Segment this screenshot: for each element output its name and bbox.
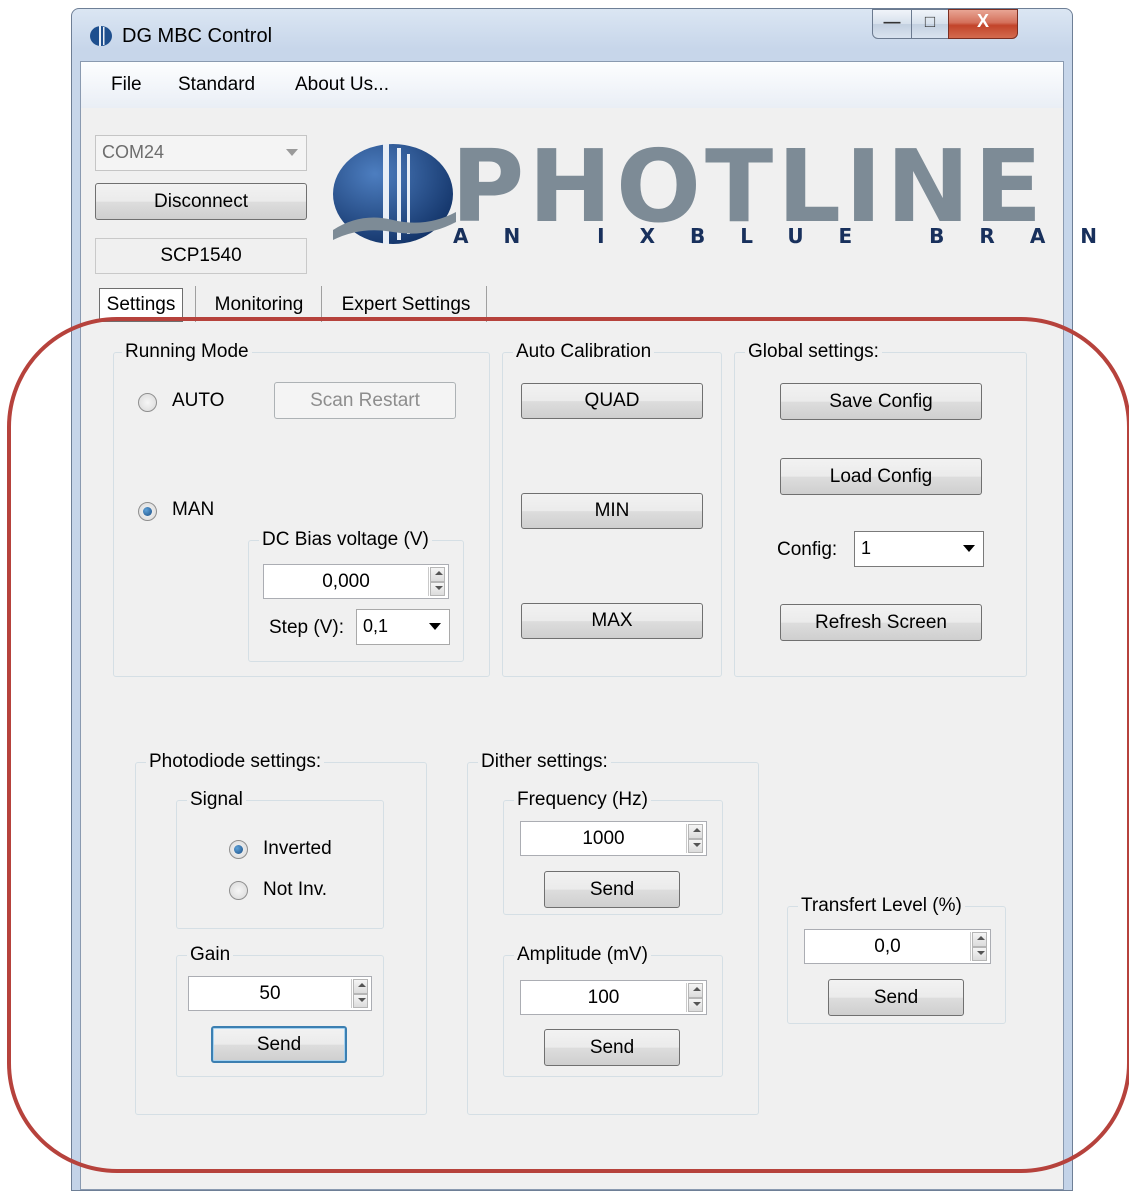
config-value: 1 bbox=[861, 538, 872, 558]
dc-bias-stepper[interactable] bbox=[428, 567, 446, 596]
transfert-level-value: 0,0 bbox=[874, 935, 901, 957]
frequency-group: Frequency (Hz) 1000 Send bbox=[503, 789, 723, 915]
gain-send-button[interactable]: Send bbox=[211, 1026, 347, 1063]
step-select[interactable]: 0,1 bbox=[356, 609, 450, 645]
chevron-down-icon bbox=[286, 149, 298, 156]
menu-bar: File Standard About Us... bbox=[81, 62, 1063, 108]
frequency-input[interactable]: 1000 bbox=[520, 821, 707, 856]
device-name-display: SCP1540 bbox=[95, 238, 307, 274]
tab-settings[interactable]: Settings bbox=[99, 288, 183, 322]
menu-file[interactable]: File bbox=[111, 74, 142, 96]
dither-legend: Dither settings: bbox=[478, 751, 611, 773]
dither-settings-group: Dither settings: Frequency (Hz) 1000 Sen… bbox=[467, 751, 759, 1115]
config-label: Config: bbox=[777, 539, 838, 560]
minimize-button[interactable]: — bbox=[872, 9, 912, 39]
frequency-stepper[interactable] bbox=[686, 824, 704, 853]
frequency-send-button[interactable]: Send bbox=[544, 871, 680, 908]
menu-about-us[interactable]: About Us... bbox=[295, 74, 389, 96]
amplitude-send-button[interactable]: Send bbox=[544, 1029, 680, 1066]
man-label: MAN bbox=[172, 499, 215, 520]
tab-separator bbox=[486, 286, 487, 322]
auto-calibration-group: Auto Calibration QUAD MIN MAX bbox=[502, 341, 722, 677]
tab-separator bbox=[321, 286, 322, 322]
maximize-button[interactable]: □ bbox=[911, 9, 949, 39]
dc-bias-value: 0,000 bbox=[322, 570, 370, 592]
chevron-down-icon bbox=[963, 545, 975, 552]
tab-separator bbox=[195, 286, 196, 322]
gain-value: 50 bbox=[259, 982, 281, 1004]
transfert-level-stepper[interactable] bbox=[970, 932, 988, 961]
photodiode-settings-group: Photodiode settings: Signal Inverted Not… bbox=[135, 751, 427, 1115]
transfert-level-group: Transfert Level (%) 0,0 Send bbox=[787, 895, 1006, 1024]
not-inv-label: Not Inv. bbox=[263, 879, 328, 900]
dc-bias-group: DC Bias voltage (V) 0,000 Step (V): 0,1 bbox=[248, 529, 464, 662]
global-settings-group: Global settings: Save Config Load Config… bbox=[734, 341, 1027, 677]
amplitude-input[interactable]: 100 bbox=[520, 980, 707, 1015]
transfert-level-legend: Transfert Level (%) bbox=[798, 895, 965, 917]
menu-standard[interactable]: Standard bbox=[178, 74, 255, 96]
step-value: 0,1 bbox=[363, 616, 389, 636]
load-config-button[interactable]: Load Config bbox=[780, 458, 982, 495]
amplitude-legend: Amplitude (mV) bbox=[514, 944, 651, 966]
photline-globe-logo bbox=[333, 144, 456, 244]
amplitude-stepper[interactable] bbox=[686, 983, 704, 1012]
tab-monitoring[interactable]: Monitoring bbox=[202, 288, 316, 322]
app-icon bbox=[90, 26, 112, 46]
refresh-screen-button[interactable]: Refresh Screen bbox=[780, 604, 982, 641]
maximize-icon: □ bbox=[924, 12, 936, 31]
amplitude-value: 100 bbox=[587, 986, 620, 1008]
not-inv-radio[interactable] bbox=[229, 881, 248, 900]
quad-button[interactable]: QUAD bbox=[521, 383, 703, 419]
scan-restart-button[interactable]: Scan Restart bbox=[274, 382, 456, 419]
min-button[interactable]: MIN bbox=[521, 493, 703, 529]
inverted-radio[interactable] bbox=[229, 840, 248, 859]
frequency-legend: Frequency (Hz) bbox=[514, 789, 651, 811]
title-bar[interactable]: DG MBC Control — □ X bbox=[72, 9, 1072, 61]
app-window: DG MBC Control — □ X File Standard About… bbox=[71, 8, 1129, 1191]
step-label: Step (V): bbox=[269, 617, 344, 638]
disconnect-button[interactable]: Disconnect bbox=[95, 183, 307, 220]
auto-radio[interactable] bbox=[138, 393, 157, 412]
logo-tagline: AN IXBLUE BRAND bbox=[453, 224, 1129, 248]
close-button[interactable]: X bbox=[948, 9, 1018, 39]
gain-stepper[interactable] bbox=[351, 979, 369, 1008]
inverted-label: Inverted bbox=[263, 838, 332, 859]
auto-label: AUTO bbox=[172, 390, 225, 411]
config-select[interactable]: 1 bbox=[854, 531, 984, 567]
max-button[interactable]: MAX bbox=[521, 603, 703, 639]
window-title: DG MBC Control bbox=[122, 25, 273, 47]
com-port-value: COM24 bbox=[102, 142, 165, 162]
client-area: File Standard About Us... COM24 Disconne… bbox=[80, 61, 1129, 1190]
dc-bias-legend: DC Bias voltage (V) bbox=[259, 529, 432, 551]
save-config-button[interactable]: Save Config bbox=[780, 383, 982, 420]
chevron-down-icon bbox=[429, 623, 441, 630]
auto-calibration-legend: Auto Calibration bbox=[513, 341, 655, 363]
dc-bias-input[interactable]: 0,000 bbox=[263, 564, 449, 599]
gain-legend: Gain bbox=[187, 944, 234, 966]
signal-legend: Signal bbox=[187, 789, 246, 811]
transfert-level-input[interactable]: 0,0 bbox=[804, 929, 991, 964]
com-port-select[interactable]: COM24 bbox=[95, 135, 307, 171]
frequency-value: 1000 bbox=[582, 827, 625, 849]
gain-group: Gain 50 Send bbox=[176, 944, 384, 1077]
signal-group: Signal Inverted Not Inv. bbox=[176, 789, 384, 929]
running-mode-group: Running Mode AUTO Scan Restart MAN DC Bi… bbox=[113, 341, 490, 677]
close-icon: X bbox=[976, 11, 989, 31]
amplitude-group: Amplitude (mV) 100 Send bbox=[503, 944, 723, 1077]
photodiode-legend: Photodiode settings: bbox=[146, 751, 325, 773]
man-radio[interactable] bbox=[138, 502, 157, 521]
transfert-send-button[interactable]: Send bbox=[828, 979, 964, 1016]
minimize-icon: — bbox=[883, 12, 901, 31]
tab-expert-settings[interactable]: Expert Settings bbox=[331, 288, 481, 322]
gain-input[interactable]: 50 bbox=[188, 976, 372, 1011]
global-settings-legend: Global settings: bbox=[745, 341, 882, 363]
running-mode-legend: Running Mode bbox=[122, 341, 252, 363]
